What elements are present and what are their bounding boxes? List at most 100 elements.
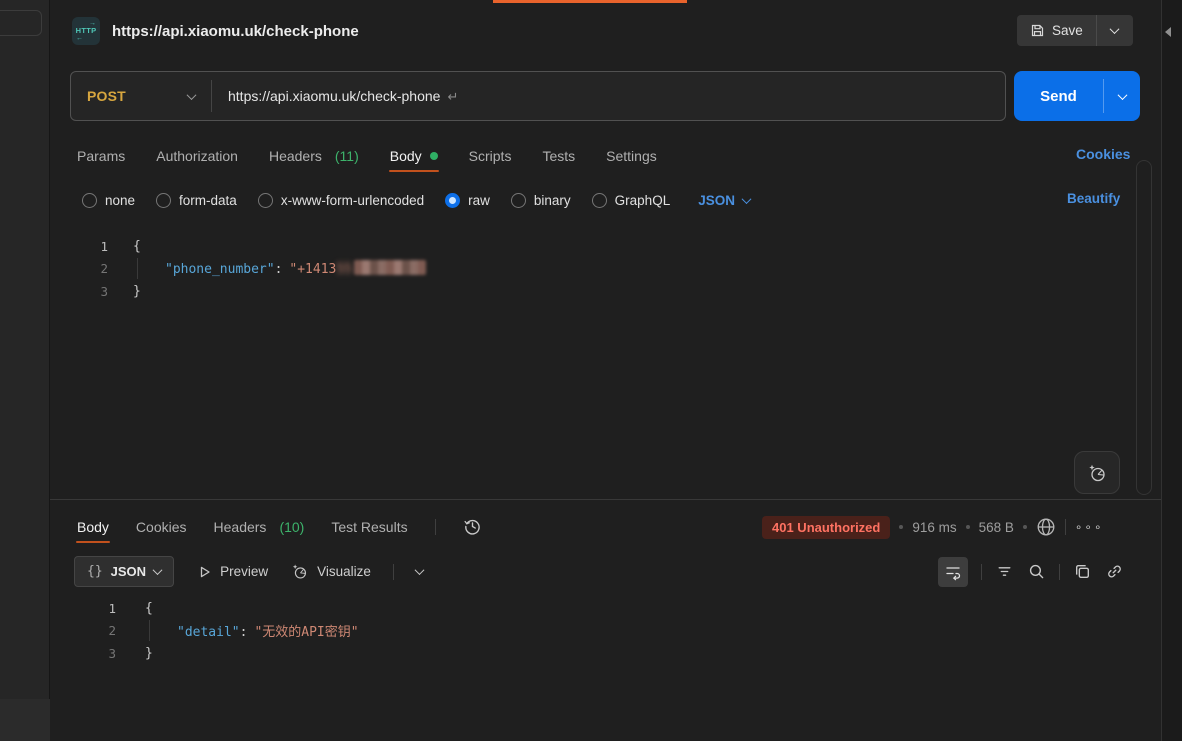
http-method-icon: → HTTP ← bbox=[72, 17, 100, 45]
preview-button[interactable]: Preview bbox=[196, 564, 268, 580]
collapse-panel-icon[interactable] bbox=[1165, 27, 1171, 37]
response-meta: 401 Unauthorized 916 ms 568 B ∘∘∘ bbox=[762, 513, 1103, 541]
separator-dot bbox=[899, 525, 903, 529]
save-button[interactable]: Save bbox=[1017, 15, 1096, 46]
chevron-down-icon bbox=[187, 90, 197, 100]
divider bbox=[211, 80, 212, 112]
mode-label: x-www-form-urlencoded bbox=[281, 193, 424, 208]
mode-form-data[interactable]: form-data bbox=[156, 193, 237, 208]
response-tab-body[interactable]: Body bbox=[77, 510, 109, 543]
redaction-blur-block bbox=[354, 260, 426, 275]
more-options-button[interactable]: ∘∘∘ bbox=[1075, 520, 1104, 534]
method-label: POST bbox=[87, 88, 126, 104]
mode-binary[interactable]: binary bbox=[511, 193, 571, 208]
radio-icon bbox=[258, 193, 273, 208]
wrap-text-button[interactable] bbox=[938, 557, 968, 587]
enter-key-icon: ↵ bbox=[447, 89, 458, 104]
app-window: → HTTP ← https://api.xiaomu.uk/check-pho… bbox=[0, 0, 1182, 741]
url-input[interactable]: https://api.xiaomu.uk/check-phone↵ bbox=[228, 88, 458, 105]
response-tab-test-results[interactable]: Test Results bbox=[331, 510, 407, 543]
response-toolbar: {} JSON Preview Visualize bbox=[74, 556, 423, 587]
network-info-button[interactable] bbox=[1036, 517, 1056, 537]
beautify-link[interactable]: Beautify bbox=[1067, 191, 1120, 206]
tab-body[interactable]: Body bbox=[390, 139, 438, 172]
code-line: 1 { bbox=[50, 235, 1161, 258]
pane-divider[interactable] bbox=[50, 499, 1161, 500]
mode-none[interactable]: none bbox=[82, 193, 135, 208]
response-size: 568 B bbox=[979, 520, 1014, 535]
filter-icon bbox=[995, 562, 1014, 581]
json-key: "phone_number" bbox=[165, 262, 275, 277]
mode-x-www-form-urlencoded[interactable]: x-www-form-urlencoded bbox=[258, 193, 424, 208]
code-text: { bbox=[133, 239, 141, 254]
postbot-ai-button[interactable] bbox=[1074, 451, 1120, 494]
http-badge-label: HTTP bbox=[76, 27, 97, 35]
tab-headers[interactable]: Headers (11) bbox=[269, 139, 359, 172]
sidebar-collapsed-tab[interactable] bbox=[0, 10, 42, 36]
separator-dot bbox=[966, 525, 970, 529]
code-text: "detail":"无效的API密钥" bbox=[145, 621, 359, 640]
tab-scripts[interactable]: Scripts bbox=[469, 139, 512, 172]
response-tab-cookies[interactable]: Cookies bbox=[136, 510, 187, 543]
tab-label: Headers bbox=[269, 148, 322, 164]
save-button-group: Save bbox=[1017, 15, 1133, 46]
right-sidebar-rail bbox=[1161, 0, 1182, 741]
line-number: 1 bbox=[60, 239, 108, 254]
json-key: "detail" bbox=[177, 625, 240, 640]
chevron-down-icon bbox=[1117, 90, 1127, 100]
left-sidebar-rail bbox=[0, 0, 50, 741]
send-dropdown-button[interactable] bbox=[1104, 71, 1140, 121]
divider bbox=[393, 564, 394, 580]
request-url-bar: POST https://api.xiaomu.uk/check-phone↵ bbox=[70, 71, 1006, 121]
response-format-select[interactable]: {} JSON bbox=[74, 556, 174, 587]
search-button[interactable] bbox=[1027, 562, 1046, 581]
chevron-down-icon bbox=[742, 194, 752, 204]
headers-count: (11) bbox=[335, 148, 359, 164]
divider bbox=[435, 519, 436, 535]
separator-dot bbox=[1023, 525, 1027, 529]
save-dropdown-button[interactable] bbox=[1097, 15, 1133, 46]
response-history-button[interactable] bbox=[463, 517, 482, 536]
code-line: 1 { bbox=[50, 597, 1161, 620]
collapse-toolbar-chevron[interactable] bbox=[414, 565, 424, 575]
radio-icon bbox=[82, 193, 97, 208]
filter-button[interactable] bbox=[995, 562, 1014, 581]
wrap-text-icon bbox=[944, 563, 962, 581]
floppy-disk-icon bbox=[1030, 23, 1045, 38]
line-number: 3 bbox=[60, 284, 108, 299]
redacted-text: 55 bbox=[336, 262, 352, 277]
cookies-link[interactable]: Cookies bbox=[1076, 146, 1130, 162]
editor-scrollbar[interactable] bbox=[1136, 160, 1152, 495]
search-icon bbox=[1027, 562, 1046, 581]
response-time: 916 ms bbox=[912, 520, 956, 535]
tab-settings[interactable]: Settings bbox=[606, 139, 657, 172]
play-outline-icon bbox=[196, 564, 212, 580]
mode-graphql[interactable]: GraphQL bbox=[592, 193, 671, 208]
send-button[interactable]: Send bbox=[1014, 71, 1103, 121]
tab-params[interactable]: Params bbox=[77, 139, 125, 172]
tab-tests[interactable]: Tests bbox=[542, 139, 575, 172]
request-tabs: Params Authorization Headers (11) Body Sc… bbox=[77, 139, 657, 172]
copy-button[interactable] bbox=[1073, 562, 1092, 581]
headers-count: (10) bbox=[279, 519, 304, 535]
method-select[interactable]: POST bbox=[71, 88, 211, 104]
radio-icon bbox=[156, 193, 171, 208]
code-text: "phone_number":"+141355 bbox=[133, 260, 426, 277]
language-select[interactable]: JSON bbox=[698, 193, 750, 208]
tab-authorization[interactable]: Authorization bbox=[156, 139, 238, 172]
sidebar-footer bbox=[0, 699, 50, 741]
code-line: 2 "phone_number":"+141355 bbox=[50, 258, 1161, 281]
save-button-label: Save bbox=[1052, 23, 1083, 38]
mode-label: GraphQL bbox=[615, 193, 671, 208]
code-text: { bbox=[145, 601, 153, 616]
chevron-down-icon bbox=[1110, 24, 1120, 34]
divider bbox=[1065, 519, 1066, 535]
response-tab-headers[interactable]: Headers(10) bbox=[214, 510, 305, 543]
radio-icon bbox=[511, 193, 526, 208]
send-button-group: Send bbox=[1014, 71, 1140, 121]
link-button[interactable] bbox=[1105, 562, 1124, 581]
code-line: 2 "detail":"无效的API密钥" bbox=[50, 620, 1161, 643]
tab-label: Scripts bbox=[469, 148, 512, 164]
visualize-button[interactable]: Visualize bbox=[290, 562, 371, 581]
mode-raw[interactable]: raw bbox=[445, 193, 490, 208]
